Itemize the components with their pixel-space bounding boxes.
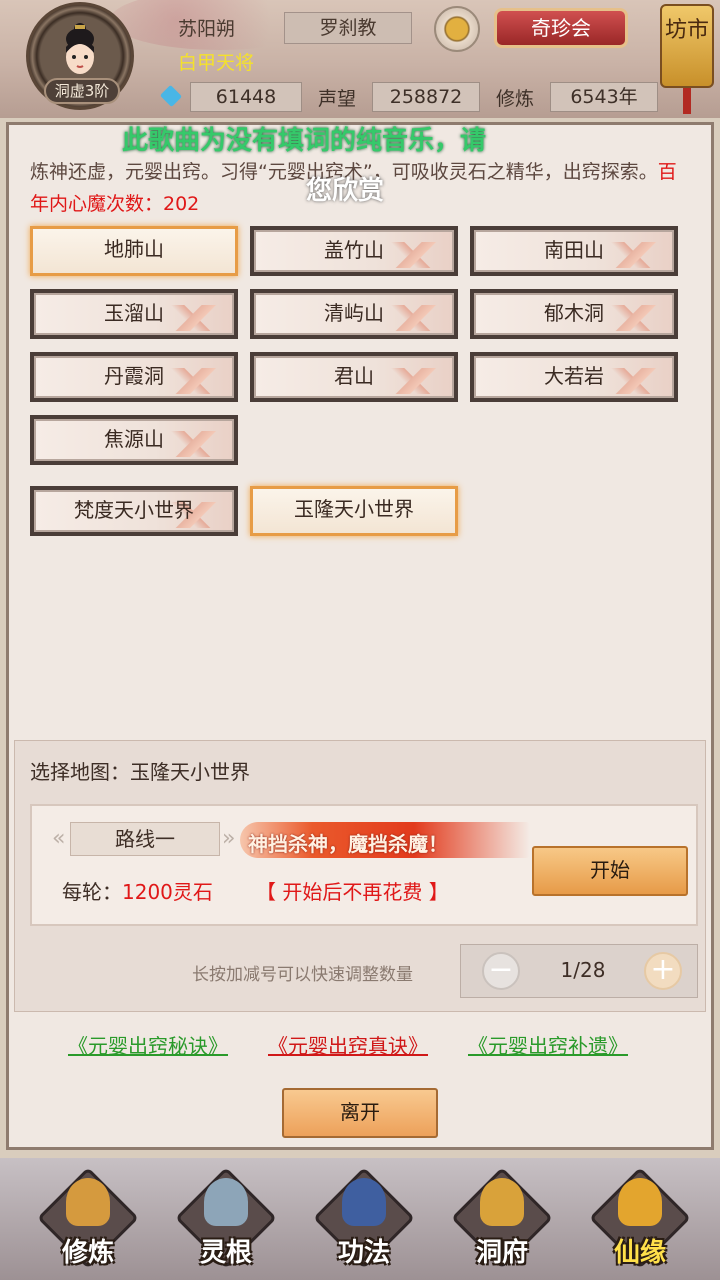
map-button[interactable]: 地肺山 xyxy=(30,226,238,276)
cost-note: 【 开始后不再花费 】 xyxy=(256,880,449,904)
player-name: 苏阳朔 xyxy=(178,18,236,40)
start-button[interactable]: 开始 xyxy=(532,846,688,896)
cost-per-round: 每轮：1200灵石 xyxy=(62,880,213,904)
arrow-left-icon: « xyxy=(52,826,66,851)
gourd-icon xyxy=(618,1178,662,1226)
realm-rank-badge: 洞虚3阶 xyxy=(44,78,120,104)
world-button[interactable]: 梵度天小世界 xyxy=(30,486,238,536)
mountain-icon xyxy=(378,305,448,331)
mountain-icon xyxy=(378,242,448,268)
mountain-icon xyxy=(598,242,668,268)
mountain-icon xyxy=(158,431,228,457)
leave-button[interactable]: 离开 xyxy=(282,1088,438,1138)
nav-fortune[interactable]: 仙缘 xyxy=(588,1167,692,1272)
map-button[interactable]: 焦源山 xyxy=(30,415,238,465)
gear-icon[interactable] xyxy=(434,6,480,52)
monk-icon xyxy=(66,1178,110,1226)
nav-techniques[interactable]: 功法 xyxy=(312,1167,416,1272)
tassel-decoration xyxy=(683,88,691,114)
map-button[interactable]: 南田山 xyxy=(470,226,678,276)
mountain-icon xyxy=(378,368,448,394)
reputation-label: 声望 xyxy=(318,88,357,110)
plus-icon[interactable]: + xyxy=(644,952,682,990)
nav-cave[interactable]: 洞府 xyxy=(450,1167,554,1272)
quantity-hint: 长按加减号可以快速调整数量 xyxy=(192,965,413,985)
true-manual-link[interactable]: 《元婴出窍真诀》 xyxy=(268,1030,428,1059)
world-button[interactable]: 玉隆天小世界 xyxy=(250,486,458,536)
mountain-icon xyxy=(158,368,228,394)
quantity-value: 1/28 xyxy=(560,958,606,982)
supplement-manual-link[interactable]: 《元婴出窍补遗》 xyxy=(468,1030,628,1059)
mountain-icon xyxy=(598,305,668,331)
slogan-text: 神挡杀神，魔挡杀魔！ xyxy=(248,832,448,856)
player-title: 白甲天将 xyxy=(178,52,255,74)
map-button[interactable]: 郁木洞 xyxy=(470,289,678,339)
cultivation-value: 6543年 xyxy=(550,82,658,112)
sect-name[interactable]: 罗刹教 xyxy=(284,12,412,44)
reputation-value: 258872 xyxy=(372,82,480,112)
music-notice-line2: 您欣赏 xyxy=(306,176,385,206)
minus-icon[interactable]: − xyxy=(482,952,520,990)
map-button[interactable]: 玉溜山 xyxy=(30,289,238,339)
route-tag: 路线一 xyxy=(70,822,220,856)
book-icon xyxy=(342,1178,386,1226)
market-button[interactable]: 坊市 xyxy=(660,4,714,88)
treasure-fair-button[interactable]: 奇珍会 xyxy=(494,8,628,48)
music-notice-line1: 此歌曲为没有填词的纯音乐，请 xyxy=(122,126,487,156)
spirit-stone-count: 61448 xyxy=(190,82,302,112)
map-button[interactable]: 大若岩 xyxy=(470,352,678,402)
sword-icon xyxy=(204,1178,248,1226)
secret-manual-link[interactable]: 《元婴出窍秘诀》 xyxy=(68,1030,228,1059)
cultivation-label: 修炼 xyxy=(496,88,535,110)
pavilion-icon xyxy=(480,1178,524,1226)
mountain-icon xyxy=(158,305,228,331)
map-button[interactable]: 丹霞洞 xyxy=(30,352,238,402)
map-button[interactable]: 清屿山 xyxy=(250,289,458,339)
mountain-icon xyxy=(598,368,668,394)
nav-cultivate[interactable]: 修炼 xyxy=(36,1167,140,1272)
map-button[interactable]: 盖竹山 xyxy=(250,226,458,276)
arrow-right-icon: » xyxy=(222,826,236,851)
nav-spirit-root[interactable]: 灵根 xyxy=(174,1167,278,1272)
map-button[interactable]: 君山 xyxy=(250,352,458,402)
selected-map-label: 选择地图：玉隆天小世界 xyxy=(30,760,250,784)
